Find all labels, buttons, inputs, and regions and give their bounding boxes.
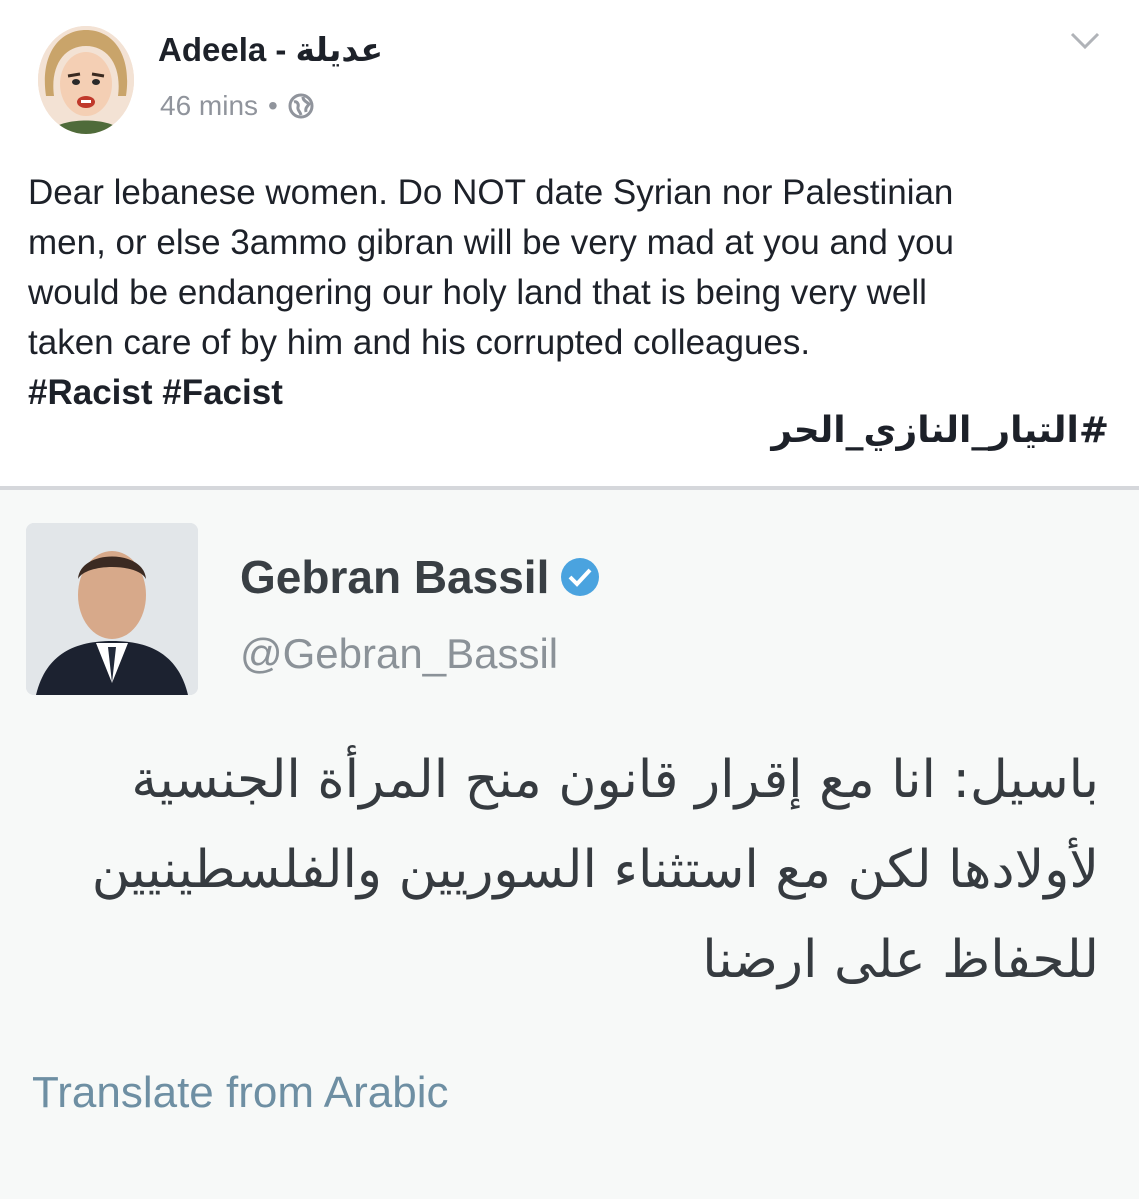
tweet-author-avatar[interactable] [26,523,198,695]
post-line: men, or else 3ammo gibran will be very m… [28,223,955,262]
post-body: Dear lebanese women. Do NOT date Syrian … [28,168,1118,418]
globe-icon[interactable] [288,93,314,119]
translate-link[interactable]: Translate from Arabic [32,1068,449,1118]
post-line: Dear lebanese women. Do NOT date Syrian … [28,173,954,212]
tweet-body: باسيل: انا مع إقرار قانون منح المرأة الج… [19,735,1099,1005]
tweet-author-handle[interactable]: @Gebran_Bassil [240,630,558,678]
tweet-line: باسيل: انا مع إقرار قانون منح المرأة الج… [131,750,1099,810]
meta-separator: • [268,90,278,121]
tweet-author-name-text: Gebran Bassil [240,551,550,603]
verified-badge-icon [561,558,600,596]
arabic-hashtag[interactable]: #التيار_النازي_الحر [771,410,1109,451]
post-timestamp[interactable]: 46 mins [160,90,258,122]
author-avatar[interactable] [38,26,134,134]
chevron-down-icon[interactable] [1068,30,1102,52]
tweet-line: لأولادها لكن مع استثناء السوريين والفلسط… [91,840,1099,900]
tweet-author-name[interactable]: Gebran Bassil [240,550,601,604]
tweet-line: للحفاظ على ارضنا [702,930,1099,990]
facebook-post: Adeela - عديلة 46 mins • Dear lebanese w… [0,0,1139,486]
post-meta: 46 mins • [160,90,314,122]
embedded-tweet: Gebran Bassil @Gebran_Bassil باسيل: انا … [0,490,1139,1199]
post-line: taken care of by him and his corrupted c… [28,323,811,362]
author-name[interactable]: Adeela - عديلة [158,30,383,69]
post-line: would be endangering our holy land that … [28,273,927,312]
